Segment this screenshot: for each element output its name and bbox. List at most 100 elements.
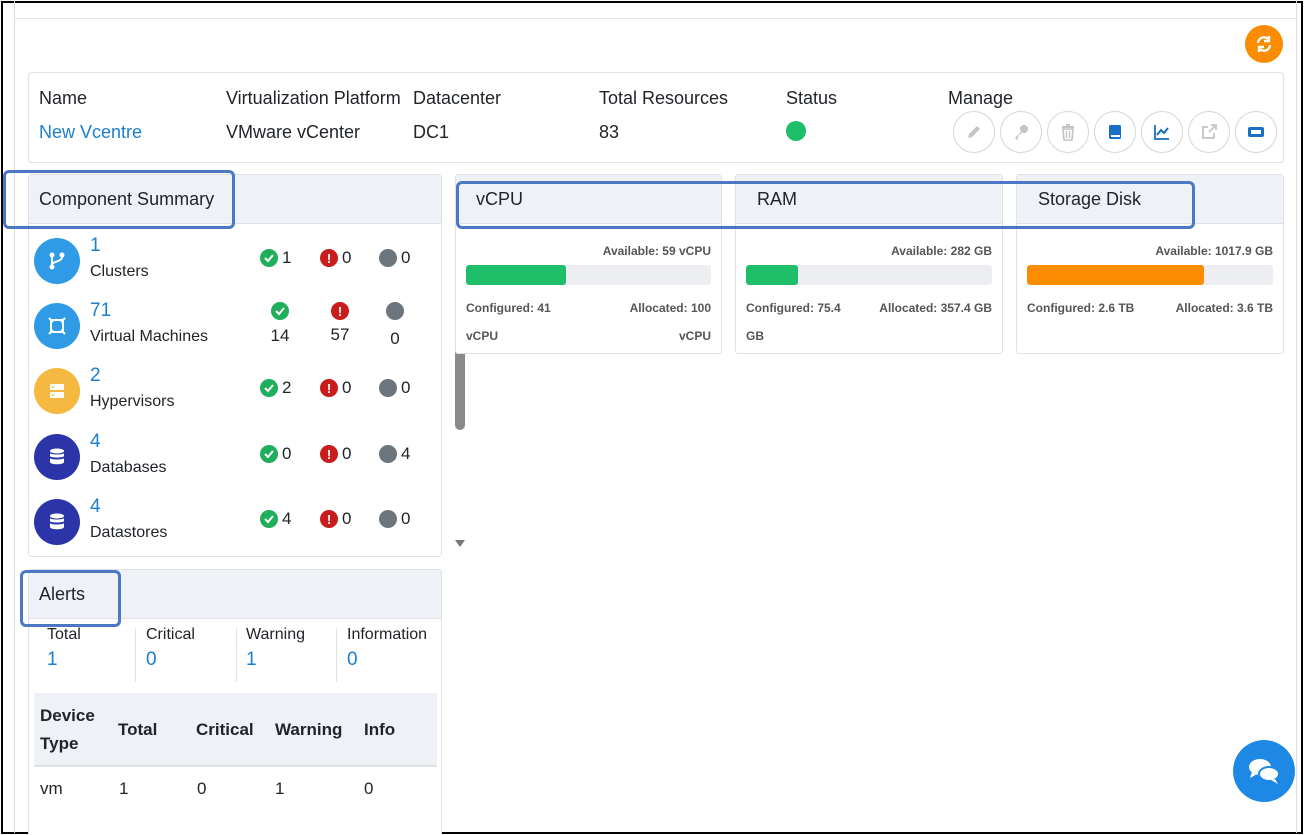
ticket-icon [1248, 127, 1264, 137]
storage-usage-bar [1027, 265, 1273, 285]
storage-configured: Configured: 2.6 TB [1027, 301, 1135, 315]
storage-available: Available: 1017.9 GB [1155, 244, 1273, 258]
vm-icon [34, 303, 80, 349]
vm-ok-status: 14 [260, 302, 300, 346]
datastores-critical-status: ! 0 [320, 509, 351, 529]
vcpu-allocated-unit: vCPU [678, 329, 711, 343]
exclamation-circle-icon: ! [331, 302, 349, 320]
open-external-button[interactable] [1188, 111, 1230, 153]
cluster-icon [34, 238, 80, 284]
alerts-information: Information 0 [347, 626, 428, 671]
ram-configured: Configured: 75.4 [746, 301, 841, 315]
alerts-table-header: Device Type Total Critical Warning Info [34, 693, 437, 767]
virtual-machines-count-link[interactable]: 71 [90, 300, 111, 322]
storage-usage-bar-fill [1027, 265, 1205, 285]
component-row-clusters: 1 Clusters 1 ! 0 0 [34, 235, 424, 295]
hypervisors-count-link[interactable]: 2 [90, 365, 101, 387]
total-resources-header: Total Resources [599, 88, 729, 108]
col-critical: Critical [196, 720, 254, 739]
exclamation-circle-icon: ! [320, 379, 338, 397]
vcpu-configured-unit: vCPU [466, 329, 499, 343]
exclamation-circle-icon: ! [320, 249, 338, 267]
databases-unknown-status: 4 [379, 444, 410, 464]
check-circle-icon [271, 302, 289, 320]
highlight-box-component-summary [3, 170, 235, 229]
storage-footer: Configured: 2.6 TB Allocated: 3.6 TB [1027, 294, 1273, 322]
platform-column: Virtualization Platform VMware vCenter [226, 88, 401, 143]
alerts-device-table: Device Type Total Critical Warning Info … [34, 693, 437, 811]
trash-icon [1062, 124, 1074, 141]
ram-footer: Configured: 75.4 GB Allocated: 357.4 GB [746, 294, 992, 350]
content-border-left [14, 0, 15, 833]
metrics-button[interactable] [1141, 111, 1183, 153]
alerts-total-link[interactable]: 1 [47, 649, 81, 671]
platform-header: Virtualization Platform [226, 88, 401, 108]
vcpu-usage-bar-fill [466, 265, 567, 285]
check-circle-icon [260, 249, 278, 267]
ram-card-body: Available: 282 GB Configured: 75.4 GB Al… [736, 244, 1002, 350]
datacenter-header: Datacenter [413, 88, 502, 108]
manage-actions [953, 111, 1277, 153]
grey-circle-icon [386, 302, 404, 320]
refresh-icon [1256, 36, 1272, 52]
component-row-datastores: 4 Datastores 4 ! 0 0 [34, 496, 424, 556]
server-icon [34, 368, 80, 414]
table-row: vm 1 0 1 0 [40, 779, 374, 798]
ram-configured-unit: GB [746, 329, 764, 343]
clusters-unknown-status: 0 [379, 248, 410, 268]
ram-usage-bar [746, 265, 992, 285]
vcenter-name-link[interactable]: New Vcentre [39, 122, 142, 143]
alerts-information-link[interactable]: 0 [347, 649, 427, 671]
check-circle-icon [260, 379, 278, 397]
vm-critical-status: ! 57 [330, 302, 350, 344]
total-resources-column: Total Resources 83 [599, 88, 728, 143]
datastores-label: Datastores [90, 524, 168, 541]
check-circle-icon [260, 445, 278, 463]
col-device-type: Device [40, 706, 95, 725]
datacenter-column: Datacenter DC1 [413, 88, 501, 143]
content-border-right [1296, 0, 1297, 833]
credentials-button[interactable] [1000, 111, 1042, 153]
clusters-label: Clusters [90, 263, 149, 280]
vcpu-allocated: Allocated: 100 [629, 301, 711, 315]
clusters-critical-status: ! 0 [320, 248, 351, 268]
clusters-count-link[interactable]: 1 [90, 235, 101, 257]
chat-button[interactable] [1233, 740, 1295, 802]
documentation-button[interactable] [1094, 111, 1136, 153]
vcpu-footer: Configured: 41 vCPU Allocated: 100 vCPU [466, 294, 711, 350]
datastores-ok-status: 4 [260, 509, 291, 529]
grey-circle-icon [379, 379, 397, 397]
manage-header: Manage [948, 88, 1014, 108]
component-row-hypervisors: 2 Hypervisors 2 ! 0 0 [34, 365, 424, 425]
ticket-button[interactable] [1235, 111, 1277, 153]
vcenter-info-card: Name New Vcentre Virtualization Platform… [28, 72, 1284, 163]
alerts-warning-link[interactable]: 1 [246, 649, 305, 671]
ram-usage-bar-fill [746, 265, 798, 285]
datastores-count-link[interactable]: 4 [90, 496, 101, 518]
refresh-button[interactable] [1245, 25, 1283, 63]
chat-bubbles-icon [1249, 759, 1280, 784]
edit-button[interactable] [953, 111, 995, 153]
vcpu-available: Available: 59 vCPU [602, 244, 711, 258]
col-total: Total [118, 720, 158, 739]
vcpu-usage-bar [466, 265, 711, 285]
scroll-down-arrow-icon[interactable] [455, 540, 465, 548]
database-icon [34, 434, 80, 480]
content-top-border [14, 18, 1296, 19]
ram-available: Available: 282 GB [891, 244, 992, 258]
alerts-critical-link[interactable]: 0 [146, 649, 195, 671]
highlight-box-alerts [20, 570, 121, 627]
manage-column: Manage [948, 88, 1013, 109]
external-link-icon [1202, 124, 1217, 139]
databases-count-link[interactable]: 4 [90, 431, 101, 453]
book-icon [1109, 125, 1121, 139]
vcpu-card-body: Available: 59 vCPU Configured: 41 vCPU A… [456, 244, 721, 350]
clusters-ok-status: 1 [260, 248, 291, 268]
status-column: Status [786, 88, 837, 141]
datastores-unknown-status: 0 [379, 509, 410, 529]
delete-button[interactable] [1047, 111, 1089, 153]
check-circle-icon [260, 510, 278, 528]
databases-ok-status: 0 [260, 444, 291, 464]
alerts-divider [135, 628, 136, 682]
grey-circle-icon [379, 445, 397, 463]
